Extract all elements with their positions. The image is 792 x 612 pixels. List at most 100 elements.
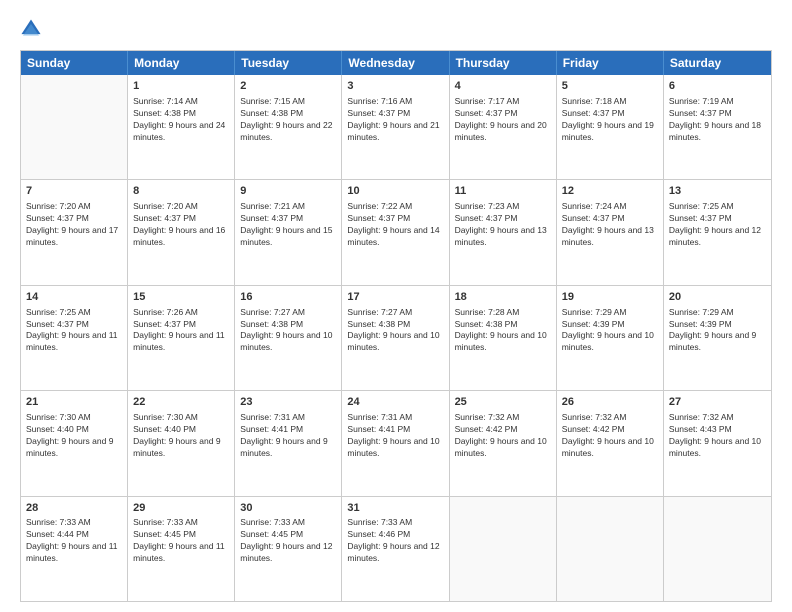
day-number: 5: [562, 79, 658, 94]
day-number: 28: [26, 501, 122, 516]
cell-info: Sunrise: 7:23 AM Sunset: 4:37 PM Dayligh…: [455, 201, 551, 249]
calendar-cell: 29Sunrise: 7:33 AM Sunset: 4:45 PM Dayli…: [128, 497, 235, 601]
calendar-cell: 7Sunrise: 7:20 AM Sunset: 4:37 PM Daylig…: [21, 180, 128, 284]
calendar-cell: 9Sunrise: 7:21 AM Sunset: 4:37 PM Daylig…: [235, 180, 342, 284]
calendar-cell: 26 Sunrise: 7:32 AM Sunset: 4:42 PM Dayli…: [557, 391, 664, 495]
day-number: 11: [455, 184, 551, 199]
cell-info: Sunrise: 7:24 AM Sunset: 4:37 PM Dayligh…: [562, 201, 658, 249]
calendar-cell: 15 Sunrise: 7:26 AM Sunset: 4:37 PM Dayli…: [128, 286, 235, 390]
calendar-cell: 10 Sunrise: 7:22 AM Sunset: 4:37 PM Dayli…: [342, 180, 449, 284]
cell-info: Sunrise: 7:14 AM Sunset: 4:38 PM Dayligh…: [133, 96, 229, 144]
cell-info: Sunrise: 7:32 AM Sunset: 4:43 PM Dayligh…: [669, 412, 766, 460]
calendar-cell: 20 Sunrise: 7:29 AM Sunset: 4:39 PM Dayli…: [664, 286, 771, 390]
header-day-sunday: Sunday: [21, 51, 128, 75]
cell-info: Sunrise: 7:33 AM Sunset: 4:46 PM Dayligh…: [347, 517, 443, 565]
day-number: 18: [455, 290, 551, 305]
cell-info: Sunrise: 7:29 AM Sunset: 4:39 PM Dayligh…: [669, 307, 766, 355]
cell-info: Sunrise: 7:31 AM Sunset: 4:41 PM Dayligh…: [240, 412, 336, 460]
day-number: 2: [240, 79, 336, 94]
day-number: 15: [133, 290, 229, 305]
calendar-row-0: 1 Sunrise: 7:14 AM Sunset: 4:38 PM Daylig…: [21, 75, 771, 180]
cell-info: Sunrise: 7:17 AM Sunset: 4:37 PM Dayligh…: [455, 96, 551, 144]
cell-info: Sunrise: 7:33 AM Sunset: 4:45 PM Dayligh…: [240, 517, 336, 565]
day-number: 25: [455, 395, 551, 410]
calendar-cell: [21, 75, 128, 179]
calendar-cell: 16Sunrise: 7:27 AM Sunset: 4:38 PM Dayli…: [235, 286, 342, 390]
calendar-cell: 19 Sunrise: 7:29 AM Sunset: 4:39 PM Dayli…: [557, 286, 664, 390]
header-day-wednesday: Wednesday: [342, 51, 449, 75]
cell-info: Sunrise: 7:22 AM Sunset: 4:37 PM Dayligh…: [347, 201, 443, 249]
cell-info: Sunrise: 7:32 AM Sunset: 4:42 PM Dayligh…: [562, 412, 658, 460]
day-number: 19: [562, 290, 658, 305]
cell-info: Sunrise: 7:27 AM Sunset: 4:38 PM Dayligh…: [240, 307, 336, 355]
day-number: 4: [455, 79, 551, 94]
calendar-cell: 21Sunrise: 7:30 AM Sunset: 4:40 PM Dayli…: [21, 391, 128, 495]
cell-info: Sunrise: 7:30 AM Sunset: 4:40 PM Dayligh…: [133, 412, 229, 460]
day-number: 3: [347, 79, 443, 94]
calendar-cell: 30Sunrise: 7:33 AM Sunset: 4:45 PM Dayli…: [235, 497, 342, 601]
day-number: 17: [347, 290, 443, 305]
calendar-cell: 13 Sunrise: 7:25 AM Sunset: 4:37 PM Dayli…: [664, 180, 771, 284]
day-number: 8: [133, 184, 229, 199]
calendar-cell: 18 Sunrise: 7:28 AM Sunset: 4:38 PM Dayli…: [450, 286, 557, 390]
day-number: 31: [347, 501, 443, 516]
calendar-cell: 1 Sunrise: 7:14 AM Sunset: 4:38 PM Daylig…: [128, 75, 235, 179]
calendar-cell: 27 Sunrise: 7:32 AM Sunset: 4:43 PM Dayli…: [664, 391, 771, 495]
day-number: 23: [240, 395, 336, 410]
calendar-cell: 31Sunrise: 7:33 AM Sunset: 4:46 PM Dayli…: [342, 497, 449, 601]
cell-info: Sunrise: 7:29 AM Sunset: 4:39 PM Dayligh…: [562, 307, 658, 355]
calendar-cell: 8 Sunrise: 7:20 AM Sunset: 4:37 PM Daylig…: [128, 180, 235, 284]
day-number: 6: [669, 79, 766, 94]
calendar-cell: 17 Sunrise: 7:27 AM Sunset: 4:38 PM Dayli…: [342, 286, 449, 390]
calendar-cell: 4 Sunrise: 7:17 AM Sunset: 4:37 PM Daylig…: [450, 75, 557, 179]
cell-info: Sunrise: 7:26 AM Sunset: 4:37 PM Dayligh…: [133, 307, 229, 355]
cell-info: Sunrise: 7:28 AM Sunset: 4:38 PM Dayligh…: [455, 307, 551, 355]
logo: [20, 18, 45, 40]
calendar-row-4: 28Sunrise: 7:33 AM Sunset: 4:44 PM Dayli…: [21, 497, 771, 601]
cell-info: Sunrise: 7:32 AM Sunset: 4:42 PM Dayligh…: [455, 412, 551, 460]
calendar-cell: 12 Sunrise: 7:24 AM Sunset: 4:37 PM Dayli…: [557, 180, 664, 284]
day-number: 27: [669, 395, 766, 410]
cell-info: Sunrise: 7:27 AM Sunset: 4:38 PM Dayligh…: [347, 307, 443, 355]
calendar-cell: 23 Sunrise: 7:31 AM Sunset: 4:41 PM Dayli…: [235, 391, 342, 495]
calendar: SundayMondayTuesdayWednesdayThursdayFrid…: [20, 50, 772, 602]
calendar-cell: [450, 497, 557, 601]
day-number: 29: [133, 501, 229, 516]
cell-info: Sunrise: 7:20 AM Sunset: 4:37 PM Dayligh…: [133, 201, 229, 249]
day-number: 14: [26, 290, 122, 305]
cell-info: Sunrise: 7:19 AM Sunset: 4:37 PM Dayligh…: [669, 96, 766, 144]
day-number: 30: [240, 501, 336, 516]
calendar-row-2: 14 Sunrise: 7:25 AM Sunset: 4:37 PM Dayli…: [21, 286, 771, 391]
calendar-cell: 22Sunrise: 7:30 AM Sunset: 4:40 PM Dayli…: [128, 391, 235, 495]
cell-info: Sunrise: 7:30 AM Sunset: 4:40 PM Dayligh…: [26, 412, 122, 460]
calendar-cell: [664, 497, 771, 601]
calendar-cell: 2 Sunrise: 7:15 AM Sunset: 4:38 PM Daylig…: [235, 75, 342, 179]
day-number: 1: [133, 79, 229, 94]
cell-info: Sunrise: 7:33 AM Sunset: 4:44 PM Dayligh…: [26, 517, 122, 565]
cell-info: Sunrise: 7:25 AM Sunset: 4:37 PM Dayligh…: [669, 201, 766, 249]
header-day-thursday: Thursday: [450, 51, 557, 75]
day-number: 7: [26, 184, 122, 199]
day-number: 26: [562, 395, 658, 410]
header-day-monday: Monday: [128, 51, 235, 75]
day-number: 20: [669, 290, 766, 305]
day-number: 24: [347, 395, 443, 410]
cell-info: Sunrise: 7:31 AM Sunset: 4:41 PM Dayligh…: [347, 412, 443, 460]
calendar-cell: 3Sunrise: 7:16 AM Sunset: 4:37 PM Daylig…: [342, 75, 449, 179]
day-number: 10: [347, 184, 443, 199]
header: [20, 18, 772, 40]
calendar-body: 1 Sunrise: 7:14 AM Sunset: 4:38 PM Daylig…: [21, 75, 771, 601]
calendar-cell: 6 Sunrise: 7:19 AM Sunset: 4:37 PM Daylig…: [664, 75, 771, 179]
day-number: 12: [562, 184, 658, 199]
cell-info: Sunrise: 7:25 AM Sunset: 4:37 PM Dayligh…: [26, 307, 122, 355]
logo-icon: [20, 18, 42, 40]
cell-info: Sunrise: 7:33 AM Sunset: 4:45 PM Dayligh…: [133, 517, 229, 565]
calendar-cell: 11 Sunrise: 7:23 AM Sunset: 4:37 PM Dayli…: [450, 180, 557, 284]
day-number: 9: [240, 184, 336, 199]
calendar-cell: 5Sunrise: 7:18 AM Sunset: 4:37 PM Daylig…: [557, 75, 664, 179]
page: SundayMondayTuesdayWednesdayThursdayFrid…: [0, 0, 792, 612]
header-day-friday: Friday: [557, 51, 664, 75]
cell-info: Sunrise: 7:15 AM Sunset: 4:38 PM Dayligh…: [240, 96, 336, 144]
header-day-tuesday: Tuesday: [235, 51, 342, 75]
day-number: 13: [669, 184, 766, 199]
